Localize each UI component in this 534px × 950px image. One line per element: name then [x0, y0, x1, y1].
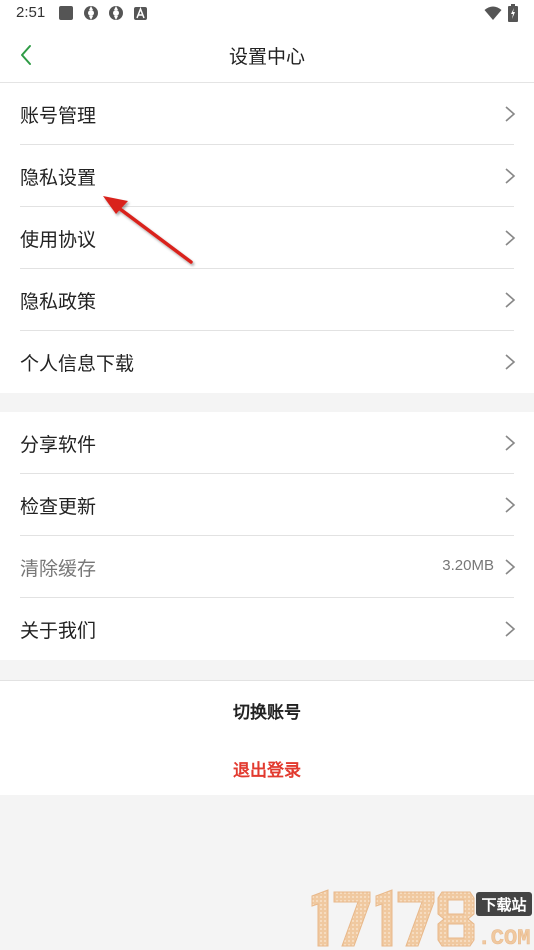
gear-sync-icon	[109, 6, 123, 20]
settings-item-clear-cache[interactable]: 清除缓存 3.20MB	[0, 536, 534, 598]
settings-item-label: 分享软件	[20, 434, 97, 456]
settings-item-label: 使用协议	[20, 229, 97, 251]
status-time: 2:51	[16, 4, 46, 21]
settings-item-label: 关于我们	[20, 620, 97, 642]
page-title: 设置中心	[228, 46, 305, 68]
chevron-right-icon	[505, 497, 516, 513]
settings-group-general: 分享软件 检查更新 清除缓存 3.20MB 关于我们	[0, 412, 534, 660]
cache-size-value: 3.20MB	[442, 557, 494, 574]
wifi-icon	[484, 6, 502, 20]
top-nav-bar: 设置中心	[0, 28, 534, 83]
settings-item-label: 隐私政策	[20, 291, 97, 313]
settings-item-user-agreement[interactable]: 使用协议	[0, 207, 534, 269]
chevron-right-icon	[505, 168, 516, 184]
watermark-domain-text: .COM	[478, 926, 531, 950]
settings-item-privacy-settings[interactable]: 隐私设置	[0, 145, 534, 207]
chevron-right-icon	[505, 559, 516, 575]
switch-account-button[interactable]: 切换账号	[0, 680, 534, 742]
settings-item-label: 账号管理	[20, 105, 97, 127]
settings-item-personal-info-download[interactable]: 个人信息下载	[0, 331, 534, 393]
settings-item-about-us[interactable]: 关于我们	[0, 598, 534, 660]
status-bar: 2:51	[0, 0, 534, 28]
gear-sync-icon	[84, 6, 98, 20]
logout-button[interactable]: 退出登录	[0, 741, 534, 795]
chevron-right-icon	[505, 621, 516, 637]
a-badge-icon	[134, 7, 147, 20]
chevron-right-icon	[505, 106, 516, 122]
logout-label: 退出登录	[233, 761, 301, 781]
chevron-right-icon	[505, 354, 516, 370]
app-square-icon	[59, 6, 73, 20]
settings-item-label: 隐私设置	[20, 167, 97, 189]
settings-item-label: 清除缓存	[20, 558, 97, 580]
site-watermark-logo: 下载站 .COM	[311, 889, 532, 950]
settings-item-account-management[interactable]: 账号管理	[0, 83, 534, 145]
settings-item-share-app[interactable]: 分享软件	[0, 412, 534, 474]
chevron-right-icon	[505, 230, 516, 246]
chevron-right-icon	[505, 435, 516, 451]
settings-group-account: 账号管理 隐私设置 使用协议 隐私政策 个人信息下载	[0, 83, 534, 393]
settings-item-check-update[interactable]: 检查更新	[0, 474, 534, 536]
settings-item-label: 个人信息下载	[20, 353, 135, 375]
settings-item-label: 检查更新	[20, 496, 97, 518]
watermark-badge-text: 下载站	[481, 896, 526, 914]
switch-account-label: 切换账号	[233, 703, 301, 723]
settings-item-privacy-policy[interactable]: 隐私政策	[0, 269, 534, 331]
battery-icon	[508, 4, 518, 22]
chevron-right-icon	[505, 292, 516, 308]
